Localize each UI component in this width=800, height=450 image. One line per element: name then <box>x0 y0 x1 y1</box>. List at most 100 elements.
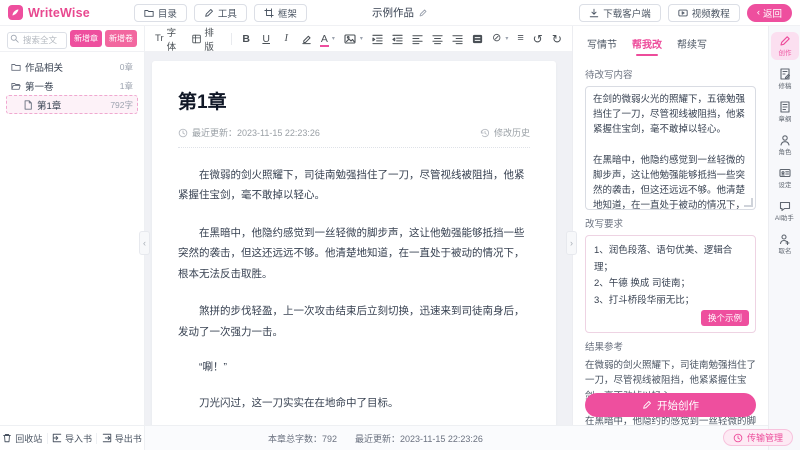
sidebar-footer: 回收站 导入书 导出书 <box>0 425 144 450</box>
rail-item-naming[interactable]: 取名 <box>771 230 799 258</box>
transfer-manager-button[interactable]: 传输管理 <box>723 429 793 446</box>
clear-format-button[interactable]: ⊘ ▾ <box>492 33 508 44</box>
typeset-menu-button[interactable]: 排版 <box>192 25 221 53</box>
requirement-item: 1、润色段落、语句优美、逻辑合理； <box>594 243 747 276</box>
pen-icon <box>204 8 214 18</box>
divider <box>47 433 48 444</box>
rail-item-outline[interactable]: 章纲 <box>771 98 799 126</box>
paragraph: 刀光闪过，这一刀实实在在地命中了目标。 <box>178 393 530 413</box>
insert-image-button[interactable]: ▾ <box>344 33 363 45</box>
rail-item-characters[interactable]: 角色 <box>771 131 799 159</box>
divider <box>231 33 232 45</box>
bold-button[interactable]: B <box>241 33 252 45</box>
doc-edit-icon <box>779 68 791 80</box>
revision-history-button[interactable]: 修改历史 <box>480 126 530 139</box>
collapse-panel-handle[interactable]: › <box>566 231 577 255</box>
top-bar: WriteWise 目录 工具 框架 示例作品 下载客户端 <box>0 0 800 26</box>
export-book-label: 导出书 <box>115 432 142 445</box>
import-icon <box>52 433 62 443</box>
new-chapter-button[interactable]: 新增章 <box>70 30 102 47</box>
framework-button[interactable]: 框架 <box>254 4 307 22</box>
back-button[interactable]: ‹ 返回 <box>747 4 792 22</box>
align-center-icon[interactable] <box>432 33 443 45</box>
transfer-icon <box>733 433 743 443</box>
rewrite-content-textarea[interactable]: 在剑的微弱火光的照耀下，五德勉强挡住了一刀，尽管视线被阻挡，他紧紧握住宝剑，毫不… <box>585 86 756 210</box>
rail-item-ai-helper[interactable]: AI助手 <box>771 197 799 225</box>
sidebar-search-row: 新增章 新增卷 <box>0 26 144 52</box>
chevron-down-icon: ▾ <box>505 35 508 42</box>
editor-page[interactable]: 第1章 最近更新：2023-11-15 22:23:26 修改历史 在微弱的剑火… <box>152 61 556 425</box>
search-icon <box>10 34 19 43</box>
right-tool-rail: 创作 修稿 章纲 角色 设定 AI助手 取名 <box>768 26 800 450</box>
font-menu-label: 字体 <box>167 25 184 53</box>
brand-logo: WriteWise <box>8 5 90 20</box>
recycle-bin-button[interactable]: 回收站 <box>2 432 42 445</box>
pen-icon <box>642 400 652 410</box>
history-icon <box>480 128 490 138</box>
rail-item-label: 章纲 <box>778 114 791 123</box>
folder-open-icon <box>11 81 21 91</box>
export-book-button[interactable]: 导出书 <box>102 432 142 445</box>
underline-button[interactable]: U <box>261 33 272 45</box>
catalog-button[interactable]: 目录 <box>134 4 187 22</box>
rail-item-create[interactable]: 创作 <box>771 32 799 60</box>
tab-help-continue[interactable]: 帮续写 <box>677 36 707 57</box>
font-glyph-icon: Tr <box>155 34 164 44</box>
ai-assistant-panel: 写情节 帮我改 帮续写 待改写内容 在剑的微弱火光的照耀下，五德勉强挡住了一刀，… <box>572 26 768 425</box>
align-left-icon[interactable] <box>412 33 423 45</box>
tree-item-works[interactable]: 作品相关 0章 <box>6 57 138 76</box>
edit-title-icon[interactable] <box>418 8 428 18</box>
tab-help-rewrite[interactable]: 帮我改 <box>632 36 662 57</box>
tree-item-chapter1[interactable]: 第1章 792字 <box>6 95 138 114</box>
rail-item-settings[interactable]: 设定 <box>771 164 799 192</box>
brand-name: WriteWise <box>28 6 90 20</box>
rail-item-label: 取名 <box>778 246 791 255</box>
line-spacing-icon[interactable]: ≡ <box>517 33 523 44</box>
chapter-tree: 作品相关 0章 第一卷 1章 第1章 792字 <box>0 52 144 425</box>
new-volume-button[interactable]: 新增卷 <box>105 30 137 47</box>
start-writing-button[interactable]: 开始创作 <box>585 393 756 417</box>
collapse-sidebar-handle[interactable]: ‹ <box>139 231 150 255</box>
tree-item-volume1[interactable]: 第一卷 1章 <box>6 76 138 95</box>
paragraph: 在黑暗中，他隐约感觉到一丝轻微的脚步声，这让他勉强能够抵挡一些突然的袭击，但这还… <box>178 223 530 284</box>
rail-item-revise[interactable]: 修稿 <box>771 65 799 93</box>
undo-icon[interactable]: ↺ <box>533 33 543 45</box>
video-tutorial-button[interactable]: 视频教程 <box>668 4 740 22</box>
rail-item-label: 角色 <box>778 147 791 156</box>
tools-button[interactable]: 工具 <box>194 4 247 22</box>
tab-write-plot[interactable]: 写情节 <box>587 36 617 57</box>
tree-item-count: 792字 <box>110 99 133 111</box>
import-book-button[interactable]: 导入书 <box>52 432 92 445</box>
import-book-label: 导入书 <box>65 432 92 445</box>
folder-icon <box>144 8 154 18</box>
switch-example-button[interactable]: 换个示例 <box>701 310 749 326</box>
chat-icon <box>779 200 791 212</box>
editor-area: 第1章 最近更新：2023-11-15 22:23:26 修改历史 在微弱的剑火… <box>145 52 572 425</box>
tree-item-label: 第一卷 <box>25 79 54 93</box>
typeset-icon <box>192 34 201 44</box>
tools-label: 工具 <box>218 6 237 20</box>
indent-increase-icon[interactable] <box>372 33 383 45</box>
font-color-button[interactable]: A ▾ <box>321 33 335 45</box>
assistant-tabs: 写情节 帮我改 帮续写 <box>573 26 768 57</box>
paragraph: 在微弱的剑火照耀下，司徒南勉强挡住了一刀，尽管视线被阻挡，他紧紧握住宝剑，毫不敢… <box>178 165 530 206</box>
align-right-icon[interactable] <box>452 33 463 45</box>
italic-button[interactable]: I <box>281 33 292 44</box>
tree-item-label: 第1章 <box>37 98 61 112</box>
status-bar: 本章总字数：792 最近更新：2023-11-15 22:23:26 <box>145 425 768 450</box>
tree-item-count: 1章 <box>120 80 133 92</box>
rewrite-requirements-box[interactable]: 1、润色段落、语句优美、逻辑合理； 2、午德 换成 司徒南； 3、打斗桥段华丽无… <box>585 235 756 333</box>
rewrite-content-label: 待改写内容 <box>585 67 756 81</box>
rail-item-label: 设定 <box>778 180 791 189</box>
format-toolbar: Tr 字体 排版 B U I A ▾ ▾ ⊘ ▾ ≡ ↺ ↻ <box>145 26 572 52</box>
indent-decrease-icon[interactable] <box>392 33 403 45</box>
person-name-icon <box>779 233 791 245</box>
redo-icon[interactable]: ↻ <box>552 33 562 45</box>
highlighter-icon[interactable] <box>301 33 312 45</box>
start-writing-label: 开始创作 <box>657 398 699 413</box>
font-menu-button[interactable]: Tr 字体 <box>155 25 183 53</box>
download-client-button[interactable]: 下载客户端 <box>579 4 661 22</box>
framework-label: 框架 <box>278 6 297 20</box>
status-last-updated: 最近更新：2023-11-15 22:23:26 <box>355 432 483 445</box>
fill-background-icon[interactable] <box>472 33 483 45</box>
